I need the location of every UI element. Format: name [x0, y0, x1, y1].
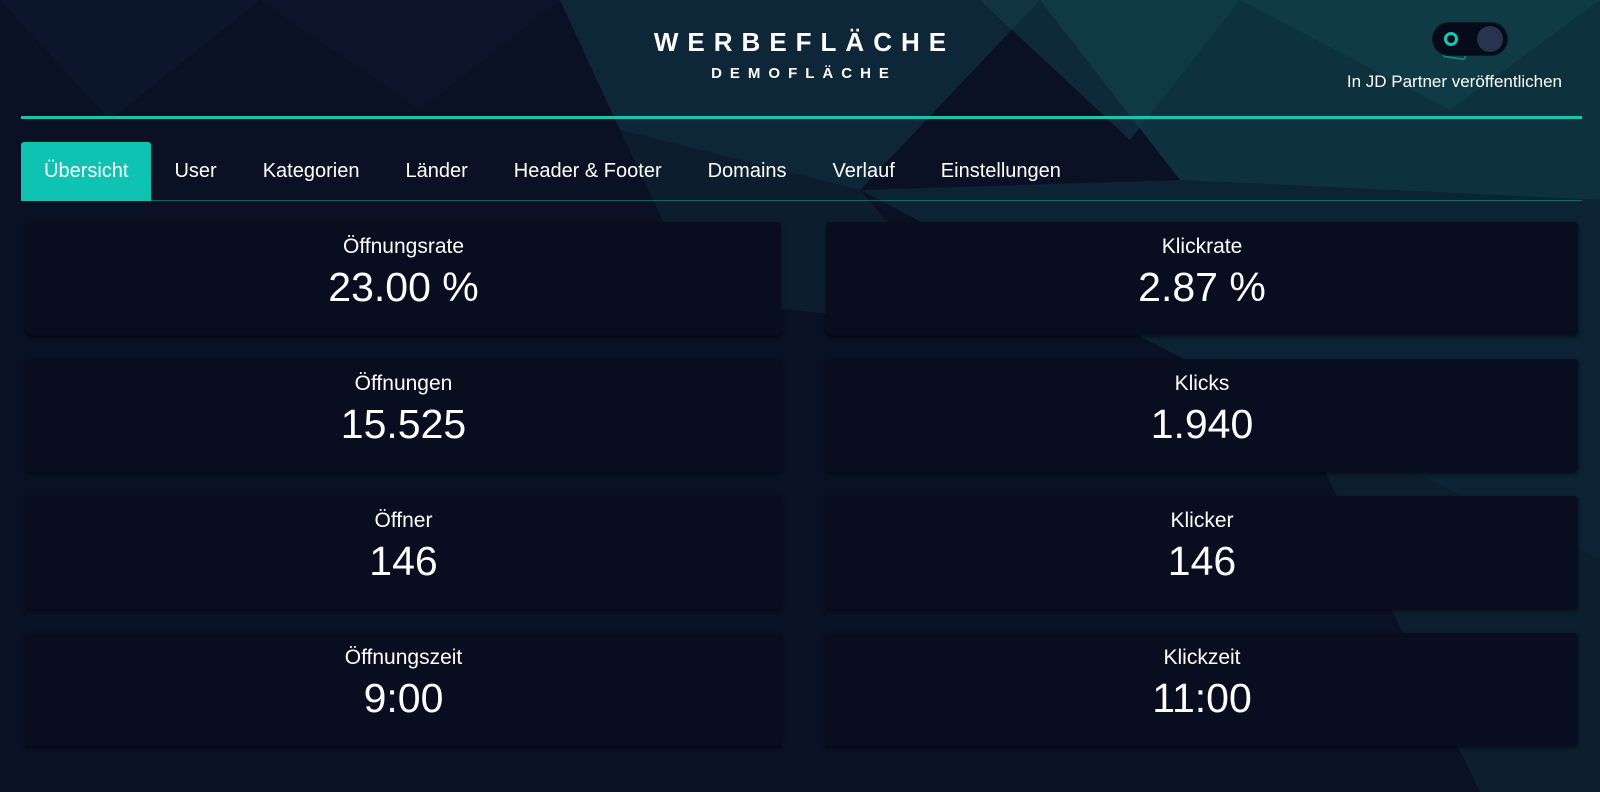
- stat-label: Öffnungen: [354, 372, 453, 395]
- stat-value: 2.87 %: [1138, 264, 1266, 310]
- stat-value: 11:00: [1152, 675, 1252, 721]
- publish-control: In JD Partner veröffentlichen: [1302, 22, 1562, 102]
- stat-value: 1.940: [1150, 401, 1254, 447]
- stat-value: 146: [1167, 538, 1237, 584]
- stat-label: Klickzeit: [1163, 646, 1241, 669]
- header-divider: [21, 116, 1582, 119]
- stat-card-oeffner: Öffner 146: [26, 496, 781, 609]
- tab-einstellungen[interactable]: Einstellungen: [918, 142, 1084, 201]
- publish-label: In JD Partner veröffentlichen: [1346, 72, 1562, 91]
- stat-label: Klicks: [1174, 372, 1230, 395]
- stat-label: Öffner: [374, 509, 433, 532]
- stat-label: Klickrate: [1161, 235, 1243, 258]
- stat-card-klicker: Klicker 146: [826, 496, 1578, 609]
- publish-toggle[interactable]: [1432, 22, 1508, 56]
- stat-label: Öffnungsrate: [342, 235, 465, 258]
- app-page: WERBEFLÄCHE DEMOFLÄCHE In JD Partner ver…: [0, 0, 1600, 792]
- tab-divider: [21, 200, 1582, 201]
- stat-value: 15.525: [340, 401, 467, 447]
- stat-value: 9:00: [363, 675, 444, 721]
- stat-value: 23.00 %: [328, 264, 479, 310]
- tab-kategorien[interactable]: Kategorien: [240, 142, 383, 201]
- tab-user[interactable]: User: [151, 142, 239, 201]
- toggle-knob: [1477, 26, 1503, 52]
- tab-uebersicht[interactable]: Übersicht: [21, 142, 152, 201]
- tab-laender[interactable]: Länder: [382, 142, 490, 201]
- stat-label: Öffnungszeit: [344, 646, 463, 669]
- stats-grid: Öffnungsrate 23.00 % Klickrate 2.87 % Öf…: [26, 222, 1578, 746]
- tab-domains[interactable]: Domains: [685, 142, 810, 201]
- stat-card-klicks: Klicks 1.940: [826, 359, 1578, 472]
- stat-card-oeffnungsrate: Öffnungsrate 23.00 %: [26, 222, 781, 335]
- stat-card-oeffnungszeit: Öffnungszeit 9:00: [26, 633, 781, 746]
- stat-label: Klicker: [1170, 509, 1234, 532]
- stat-card-klickrate: Klickrate 2.87 %: [826, 222, 1578, 335]
- stat-card-oeffnungen: Öffnungen 15.525: [26, 359, 781, 472]
- stat-value: 146: [369, 538, 438, 584]
- stat-card-klickzeit: Klickzeit 11:00: [826, 633, 1578, 746]
- tab-bar: Übersicht User Kategorien Länder Header …: [21, 142, 1084, 201]
- tab-header-footer[interactable]: Header & Footer: [491, 142, 685, 201]
- tab-verlauf[interactable]: Verlauf: [810, 142, 918, 201]
- toggle-indicator-icon: [1444, 32, 1458, 46]
